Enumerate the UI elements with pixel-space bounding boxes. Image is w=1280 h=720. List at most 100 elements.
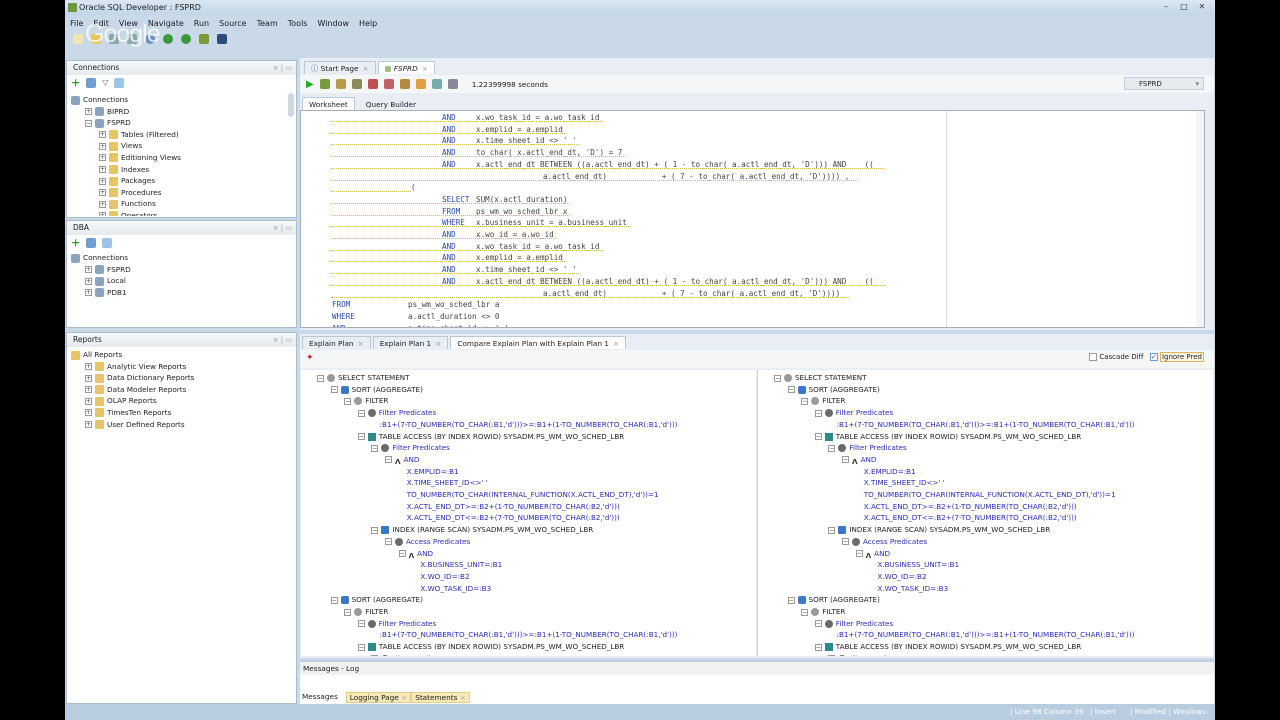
schema-browser-icon[interactable] (102, 237, 113, 248)
filter-icon[interactable]: ▽ (102, 78, 108, 87)
plan-node[interactable]: − Filter Predicates (828, 653, 907, 656)
plan-node[interactable]: − INDEX (RANGE SCAN) SYSADM.PS_WM_WO_SCHE… (371, 524, 593, 536)
close-tab-icon[interactable]: × (401, 693, 407, 702)
expand-icon[interactable]: + (85, 397, 92, 405)
plan-node[interactable]: − Λ AND (842, 454, 876, 466)
collapse-icon[interactable]: − (330, 596, 338, 604)
collapse-icon[interactable]: − (828, 444, 836, 452)
tab-worksheet[interactable]: Worksheet (302, 97, 355, 110)
expand-icon[interactable]: + (85, 421, 92, 429)
collapse-icon[interactable]: − (398, 550, 406, 557)
plan-node[interactable]: − TABLE ACCESS (BY INDEX ROWID) SYSADM.PS… (357, 641, 624, 653)
tab-plan-2[interactable]: Compare Explain Plan with Explain Plan 1… (450, 336, 627, 349)
close-tab-icon[interactable]: × (435, 339, 441, 348)
collapse-icon[interactable]: − (357, 620, 365, 628)
plan-node[interactable]: − SORT (AGGREGATE) (330, 384, 423, 396)
expand-icon[interactable]: + (99, 142, 106, 150)
run-script-icon[interactable] (319, 79, 330, 89)
tree-item[interactable]: + Indexes (71, 164, 292, 176)
plan-node[interactable]: − Filter Predicates (828, 442, 907, 454)
panel-close-icon[interactable]: × | ▭ (273, 61, 292, 75)
tree-item[interactable]: + Analytic View Reports (71, 361, 292, 373)
tab-start-page[interactable]: ⓘ Start Page × (304, 61, 376, 74)
plan-node[interactable]: − FILTER (801, 606, 845, 618)
add-connection-icon[interactable]: + (71, 76, 80, 89)
collapse-icon[interactable]: − (344, 608, 352, 616)
schema-browser-icon[interactable] (114, 77, 125, 88)
tree-item[interactable]: + Data Dictionary Reports (71, 372, 292, 384)
expand-icon[interactable]: + (85, 289, 92, 297)
tab-fsprd[interactable]: ▦ FSPRD × (377, 61, 435, 74)
plan-node[interactable]: − INDEX (RANGE SCAN) SYSADM.PS_WM_WO_SCHE… (828, 524, 1050, 536)
tab-plan-0[interactable]: Explain Plan × (302, 336, 371, 349)
collapse-icon[interactable]: − (814, 409, 822, 417)
cascade-diff-checkbox[interactable] (1089, 353, 1098, 361)
expand-icon[interactable]: + (85, 277, 92, 285)
collapse-icon[interactable]: − (801, 397, 809, 405)
collapse-icon[interactable]: − (787, 596, 795, 604)
tree-item[interactable]: + Views (71, 140, 292, 152)
tree-item[interactable]: + Local (71, 275, 292, 287)
editor-scrollbar[interactable] (1196, 111, 1204, 327)
panel-close-icon[interactable]: × | ▭ (273, 333, 292, 347)
panel-close-icon[interactable]: × | ▭ (273, 221, 292, 235)
expand-icon[interactable]: + (85, 409, 92, 417)
collapse-icon[interactable]: − (828, 526, 836, 534)
collapse-icon[interactable]: − (787, 386, 795, 394)
sql-worksheet-icon[interactable] (199, 34, 209, 44)
tree-item[interactable]: Connections (71, 252, 292, 264)
plan-node[interactable]: − SELECT STATEMENT (774, 372, 867, 384)
plan-node[interactable]: − FILTER (344, 395, 388, 407)
menu-run[interactable]: Run (189, 17, 214, 30)
plan-node[interactable]: − TABLE ACCESS (BY INDEX ROWID) SYSADM.PS… (357, 431, 624, 443)
refresh-icon[interactable] (86, 237, 97, 248)
plan-node[interactable]: − Access Predicates (842, 536, 927, 548)
tree-item[interactable]: All Reports (71, 349, 292, 361)
tab-messages[interactable]: Messages (300, 692, 346, 703)
tree-item[interactable]: + User Defined Reports (71, 419, 292, 431)
tree-item[interactable]: − FSPRD (71, 117, 292, 129)
plan-node[interactable]: − Filter Predicates (357, 407, 436, 419)
collapse-icon[interactable]: − (855, 550, 863, 557)
sql-editor[interactable]: AND x.wo_task_id = a.wo_task_id AND x.empli… (300, 110, 1205, 328)
menu-source[interactable]: Source (214, 17, 251, 30)
plan-node[interactable]: − TABLE ACCESS (BY INDEX ROWID) SYSADM.PS… (814, 641, 1081, 653)
rollback-icon[interactable] (383, 79, 394, 89)
plan-node[interactable]: − FILTER (344, 606, 388, 618)
connection-select[interactable]: FSPRD ▾ (1124, 77, 1204, 90)
collapse-icon[interactable]: − (774, 374, 781, 382)
tree-item[interactable]: + Tables (Filtered) (71, 129, 292, 141)
collapse-icon[interactable]: − (330, 386, 338, 394)
expand-icon[interactable]: + (85, 363, 92, 371)
sql-tuning-icon[interactable] (399, 79, 410, 89)
tab-logging-page[interactable]: Logging Page × (345, 692, 412, 703)
menu-tools[interactable]: Tools (283, 17, 313, 30)
pin-icon[interactable]: ✦ (306, 353, 314, 363)
tab-query-builder[interactable]: Query Builder (359, 97, 423, 110)
plan-node[interactable]: − Λ AND (398, 548, 433, 560)
tree-item[interactable]: + Data Modeler Reports (71, 384, 292, 396)
tab-plan-1[interactable]: Explain Plan 1 × (372, 336, 449, 349)
plan-node[interactable]: − SORT (AGGREGATE) (787, 594, 880, 606)
close-tab-icon[interactable]: × (362, 64, 368, 73)
plan-node[interactable]: − SORT (AGGREGATE) (787, 384, 880, 396)
plan-node[interactable]: − Filter Predicates (357, 618, 436, 630)
collapse-icon[interactable]: − (371, 655, 379, 656)
explain-plan-icon[interactable] (351, 79, 362, 89)
tree-item[interactable]: + FSPRD (71, 264, 292, 276)
tree-item[interactable]: Connections (71, 94, 292, 106)
commit-icon[interactable] (367, 79, 378, 89)
collapse-icon[interactable]: − (842, 456, 849, 464)
plan-node[interactable]: − SORT (AGGREGATE) (330, 594, 423, 606)
collapse-icon[interactable]: − (385, 456, 392, 464)
back-icon[interactable] (163, 34, 173, 44)
plan-node[interactable]: − Filter Predicates (371, 442, 450, 454)
autotrace-icon[interactable] (335, 79, 346, 89)
plan-node[interactable]: − Filter Predicates (371, 653, 450, 656)
add-connection-icon[interactable]: + (71, 236, 80, 249)
menu-help[interactable]: Help (354, 17, 382, 30)
tree-item[interactable]: + PDB1 (71, 287, 292, 299)
collapse-icon[interactable]: − (814, 643, 822, 651)
expand-icon[interactable]: + (85, 266, 92, 274)
tab-statements[interactable]: Statements × (411, 692, 470, 703)
